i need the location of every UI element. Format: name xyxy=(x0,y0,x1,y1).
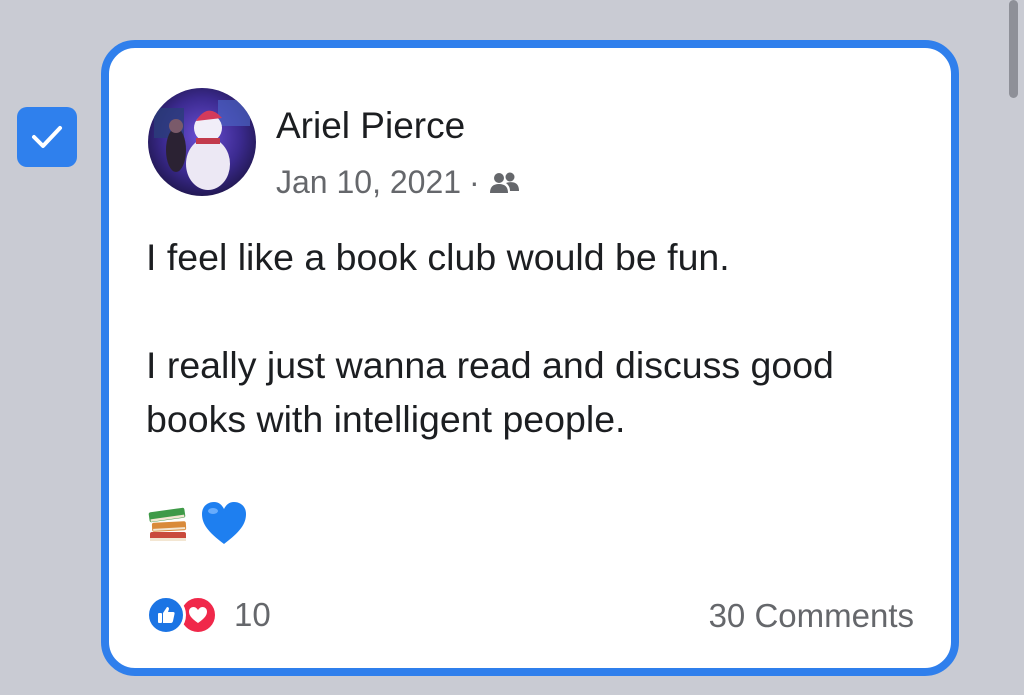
post-paragraph: I feel like a book club would be fun. xyxy=(146,236,730,278)
like-icon xyxy=(146,595,186,635)
reaction-count: 10 xyxy=(234,596,271,633)
reactions-summary[interactable]: 10 xyxy=(146,595,271,635)
post-paragraph: I really just wanna read and discuss goo… xyxy=(146,344,834,440)
comments-link[interactable]: 30 Comments xyxy=(709,597,914,635)
books-emoji xyxy=(148,507,187,541)
post-card[interactable]: Ariel Pierce Jan 10, 2021 · I feel like … xyxy=(101,40,959,676)
author-name[interactable]: Ariel Pierce xyxy=(276,105,465,147)
post-emojis xyxy=(146,500,248,546)
avatar[interactable] xyxy=(148,88,256,196)
checkmark-icon xyxy=(32,126,62,148)
post-meta: Jan 10, 2021 · xyxy=(276,164,520,201)
post-date[interactable]: Jan 10, 2021 xyxy=(276,164,461,201)
post-text: I feel like a book club would be fun. I … xyxy=(146,230,926,446)
blue-heart-emoji xyxy=(202,502,246,544)
meta-separator: · xyxy=(469,164,480,200)
friends-icon[interactable] xyxy=(488,170,520,196)
select-checkbox[interactable] xyxy=(17,107,77,167)
scrollbar[interactable] xyxy=(1009,0,1018,98)
